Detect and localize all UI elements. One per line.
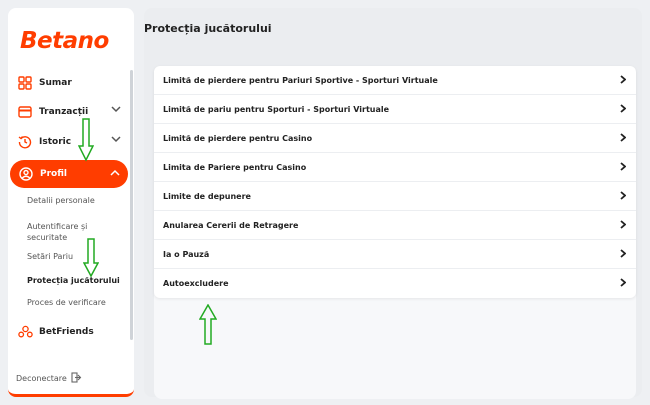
sidebar-item-tranzactii[interactable]: Tranzacții (17, 99, 125, 125)
annotation-arrow-up-icon (199, 304, 217, 345)
annotation-arrow-down-icon (78, 118, 94, 162)
sidebar-item-istoric[interactable]: Istoric (17, 129, 125, 155)
chevron-right-icon (620, 74, 627, 86)
friends-icon (17, 324, 33, 340)
list-item[interactable]: Limită de pierdere pentru Casino (154, 124, 636, 153)
main-content: Protecția jucătorului Limită de pierdere… (144, 8, 642, 399)
sidebar-item-label: Istoric (39, 137, 72, 147)
chevron-right-icon (620, 103, 627, 115)
history-icon (17, 134, 33, 150)
sidebar-item-label: BetFriends (39, 327, 94, 337)
sidebar: Betano Sumar Tranzacții Istoric Profil D… (8, 8, 134, 397)
list-item[interactable]: Ia o Pauză (154, 240, 636, 269)
page-title: Protecția jucătorului (144, 22, 272, 35)
list-item[interactable]: Limită de pariu pentru Sporturi - Sportu… (154, 95, 636, 124)
row-label: Limită de pierdere pentru Pariuri Sporti… (163, 75, 438, 85)
sidebar-item-profil[interactable]: Profil (10, 160, 128, 188)
chevron-right-icon (620, 248, 627, 260)
row-label: Limită de pierdere pentru Casino (163, 133, 313, 143)
player-protection-list: Limită de pierdere pentru Pariuri Sporti… (154, 66, 636, 298)
sidebar-item-label: Sumar (39, 78, 72, 88)
row-label: Limita de Pariere pentru Casino (163, 162, 307, 172)
sidebar-sub-autentificare[interactable]: Autentificare și securitate (27, 221, 117, 243)
list-item[interactable]: Anularea Cererii de Retragere (154, 211, 636, 240)
chevron-up-icon[interactable] (110, 169, 120, 179)
row-label: Autoexcludere (163, 279, 229, 288)
logout-icon (67, 372, 82, 385)
row-label: Limită de pariu pentru Sporturi - Sportu… (163, 104, 390, 114)
row-label: Limite de depunere (163, 191, 251, 201)
chevron-right-icon (620, 132, 627, 144)
chevron-down-icon[interactable] (111, 106, 121, 116)
list-item[interactable]: Limita de Pariere pentru Casino (154, 153, 636, 182)
row-label: Ia o Pauză (163, 249, 210, 259)
sidebar-sub-detalii-personale[interactable]: Detalii personale (27, 195, 127, 206)
sidebar-item-label: Tranzacții (39, 107, 89, 117)
sidebar-item-betfriends[interactable]: BetFriends (17, 319, 125, 345)
annotation-arrow-down-icon (83, 238, 99, 278)
sidebar-item-sumar[interactable]: Sumar (17, 70, 125, 96)
logout-button[interactable]: Deconectare (16, 372, 82, 385)
list-item[interactable]: Autoexcludere (154, 269, 636, 298)
row-label: Anularea Cererii de Retragere (163, 220, 299, 230)
chevron-right-icon (620, 161, 627, 173)
chevron-down-icon[interactable] (111, 136, 121, 146)
grid-icon (17, 75, 33, 91)
logout-label: Deconectare (16, 374, 67, 383)
user-icon (18, 166, 34, 182)
list-item[interactable]: Limită de pierdere pentru Pariuri Sporti… (154, 66, 636, 95)
chevron-right-icon (620, 278, 627, 289)
card-icon (17, 104, 33, 120)
sidebar-sub-setari-pariu[interactable]: Setări Pariu (27, 251, 127, 262)
sidebar-sub-protectia-jucatorului[interactable]: Protecția jucătorului (27, 275, 127, 286)
list-item[interactable]: Limite de depunere (154, 182, 636, 211)
sidebar-item-label: Profil (40, 169, 67, 179)
content-panel: Limită de pierdere pentru Pariuri Sporti… (154, 66, 636, 399)
chevron-right-icon (620, 190, 627, 202)
chevron-right-icon (620, 219, 627, 231)
betano-logo[interactable]: Betano (20, 28, 109, 54)
sidebar-scrollbar[interactable] (130, 70, 133, 340)
sidebar-sub-proces-verificare[interactable]: Proces de verificare (27, 297, 127, 308)
